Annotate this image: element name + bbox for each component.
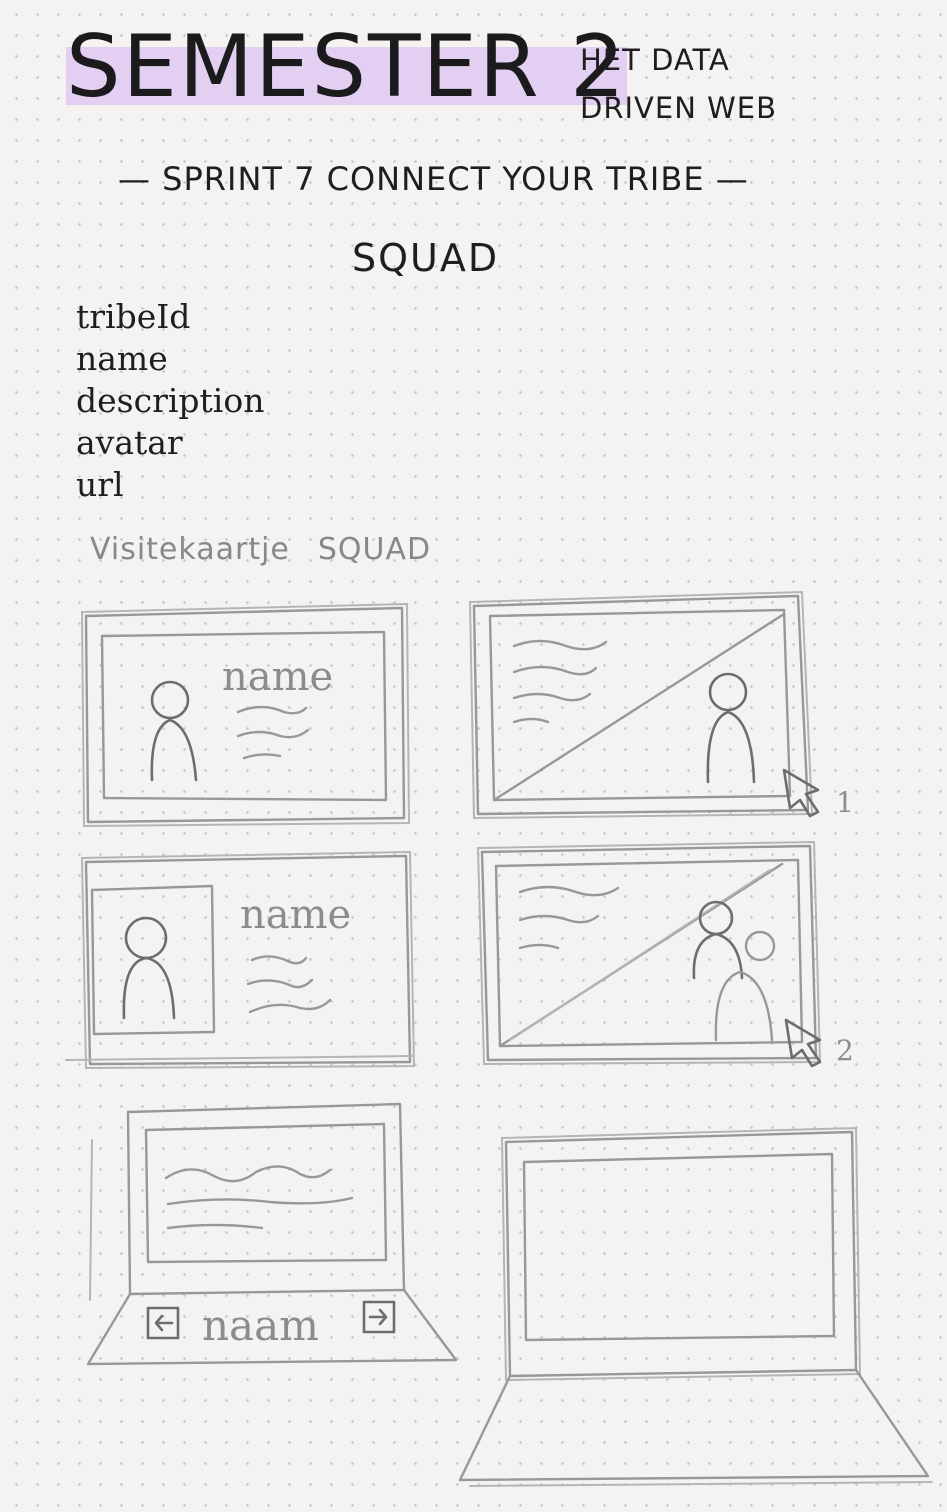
laptop-2-screen <box>522 1152 836 1342</box>
card-4-outer-frame <box>480 844 818 1062</box>
cursor-2-number: 2 <box>836 1034 854 1067</box>
card-4-text-line <box>518 885 620 897</box>
card-2-text-line <box>512 692 592 702</box>
card-1-text-line <box>236 705 308 715</box>
laptop-2-screen-frame-sketch <box>500 1126 862 1382</box>
card-4-text-line <box>518 943 560 950</box>
card-3-outer-frame-sketch <box>80 850 416 1070</box>
laptop-1-text-line <box>164 1165 332 1183</box>
card-3-text-line <box>248 998 332 1014</box>
card-4-outer-frame-sketch <box>476 840 822 1066</box>
laptop-1-text-line <box>166 1223 264 1230</box>
card-2-avatar-icon <box>706 672 756 784</box>
wireframe-sketches: name 1 name 2 naam <box>65 590 933 1487</box>
sketch-card-2: 1 <box>468 590 854 820</box>
laptop-1-text-line <box>166 1196 354 1206</box>
card-1-name-label: name <box>222 654 333 700</box>
laptop-1-name-label: naam <box>202 1301 319 1350</box>
laptop-1-screen-frame <box>126 1102 406 1296</box>
card-4-diagonal-shade <box>509 869 771 1041</box>
laptop-1-screen <box>144 1122 388 1264</box>
card-3-shadow-line <box>65 1055 413 1061</box>
arrow-left-icon <box>146 1306 180 1340</box>
cursor-1-number: 1 <box>836 786 854 819</box>
sketch-laptop-1: naam <box>86 1102 458 1366</box>
card-3-name-label: name <box>240 892 351 938</box>
laptop-1-side-shade <box>89 1139 93 1301</box>
card-2-text-line <box>512 717 550 724</box>
card-1-avatar-icon <box>150 680 198 782</box>
sketch-card-1: name <box>80 602 411 828</box>
arrow-right-icon <box>362 1300 396 1334</box>
card-3-text-line <box>246 978 314 989</box>
card-3-text-line <box>250 955 308 965</box>
card-2-text-line <box>512 639 608 651</box>
card-2-text-line <box>512 665 598 676</box>
card-4-text-line <box>518 914 600 924</box>
sketch-card-4: 2 <box>476 840 854 1068</box>
card-1-outer-frame <box>84 606 406 824</box>
card-1-text-line <box>242 753 282 760</box>
sketch-laptop-2 <box>458 1126 933 1487</box>
card-1-text-line <box>236 728 310 739</box>
card-3-avatar-icon <box>122 916 176 1020</box>
laptop-2-base <box>458 1368 930 1482</box>
card-1-outer-frame-sketch <box>80 602 411 828</box>
sketch-card-3: name <box>65 850 416 1070</box>
notebook-page: SEMESTER 2 HET DATA DRIVEN WEB — SPRINT … <box>0 0 947 1512</box>
card-4-avatar-icon <box>692 900 776 1042</box>
laptop-2-base-edge <box>469 1481 933 1487</box>
